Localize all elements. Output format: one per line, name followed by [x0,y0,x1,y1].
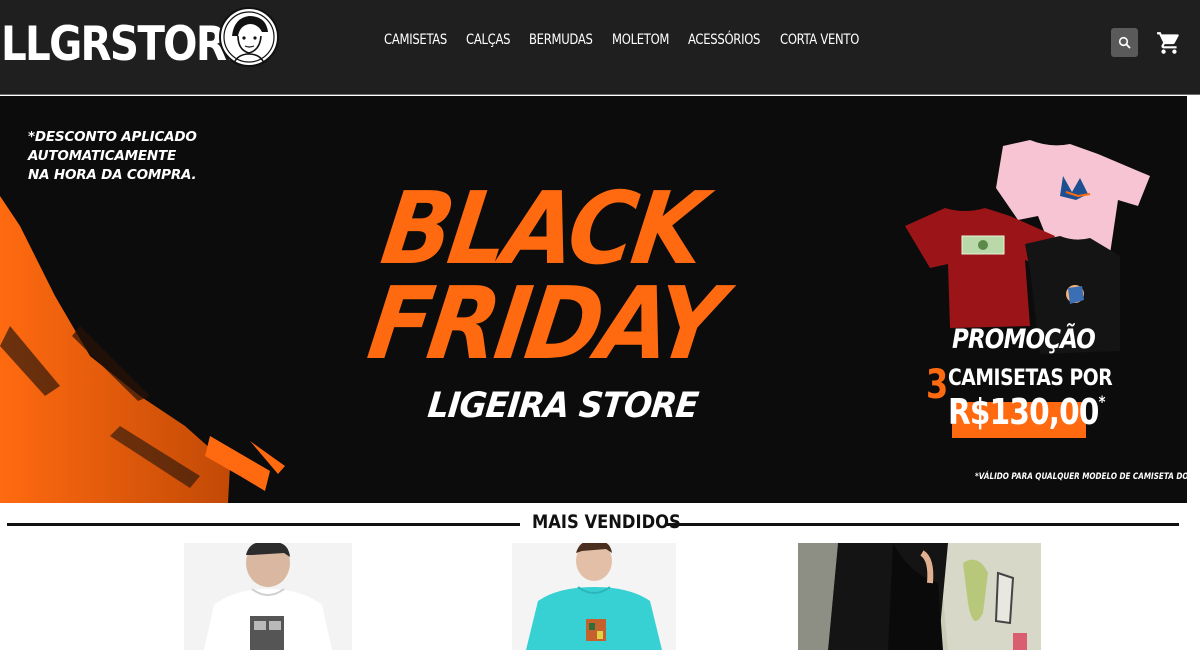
search-icon [1118,36,1131,49]
store-name: LIGEIRA STORE [425,386,700,426]
discount-note-line: AUTOMATICAMENTE [28,148,177,164]
product-image [184,543,352,650]
promo-footnote: *VÁLIDO PARA QUALQUER MODELO DE CAMISETA… [975,472,1187,482]
product-image [798,543,1041,650]
discount-note-line: *DESCONTO APLICADO [28,129,197,145]
search-button[interactable] [1111,28,1138,57]
promo-number: 3 [926,362,949,408]
promo-text: CAMISETAS POR [948,366,1113,391]
nav-calcas[interactable]: CALÇAS [466,32,510,48]
product-card[interactable] [798,543,1041,650]
section-title: MAIS VENDIDOS [532,511,681,533]
section-divider-right [667,523,1179,526]
promo-price-value: R$130,00 [948,392,1099,433]
nav-moletom[interactable]: MOLETOM [612,32,669,48]
nav-acessorios[interactable]: ACESSÓRIOS [688,32,760,48]
promo-title: PROMOÇÃO [952,324,1096,355]
promo-price: R$130,00* [948,392,1106,433]
nav-corta-vento[interactable]: CORTA VENTO [780,32,859,48]
cart-icon[interactable] [1156,30,1182,56]
product-card[interactable] [512,543,676,650]
discount-note-line: NA HORA DA COMPRA. [28,167,197,183]
title-line-black: BLACK [375,170,710,287]
main-nav: CAMISETAS CALÇAS BERMUDAS MOLETOM ACESSÓ… [384,32,880,48]
title-line-friday: FRIDAY [361,265,728,382]
black-friday-banner[interactable]: *DESCONTO APLICADO AUTOMATICAMENTE NA HO… [0,96,1187,503]
product-image [512,543,676,650]
logo-badge-icon[interactable] [214,6,284,68]
nav-camisetas[interactable]: CAMISETAS [384,32,447,48]
promo-price-asterisk: * [1098,392,1106,411]
product-card[interactable] [184,543,352,650]
nav-bermudas[interactable]: BERMUDAS [529,32,593,48]
black-friday-title: BLACK FRIDAY [361,170,739,382]
site-header: LLGRSTORE CAMISETAS CALÇAS BERMUDAS MOLE… [0,0,1200,95]
section-divider-left [7,523,520,526]
discount-note: *DESCONTO APLICADO AUTOMATICAMENTE NA HO… [28,128,197,185]
